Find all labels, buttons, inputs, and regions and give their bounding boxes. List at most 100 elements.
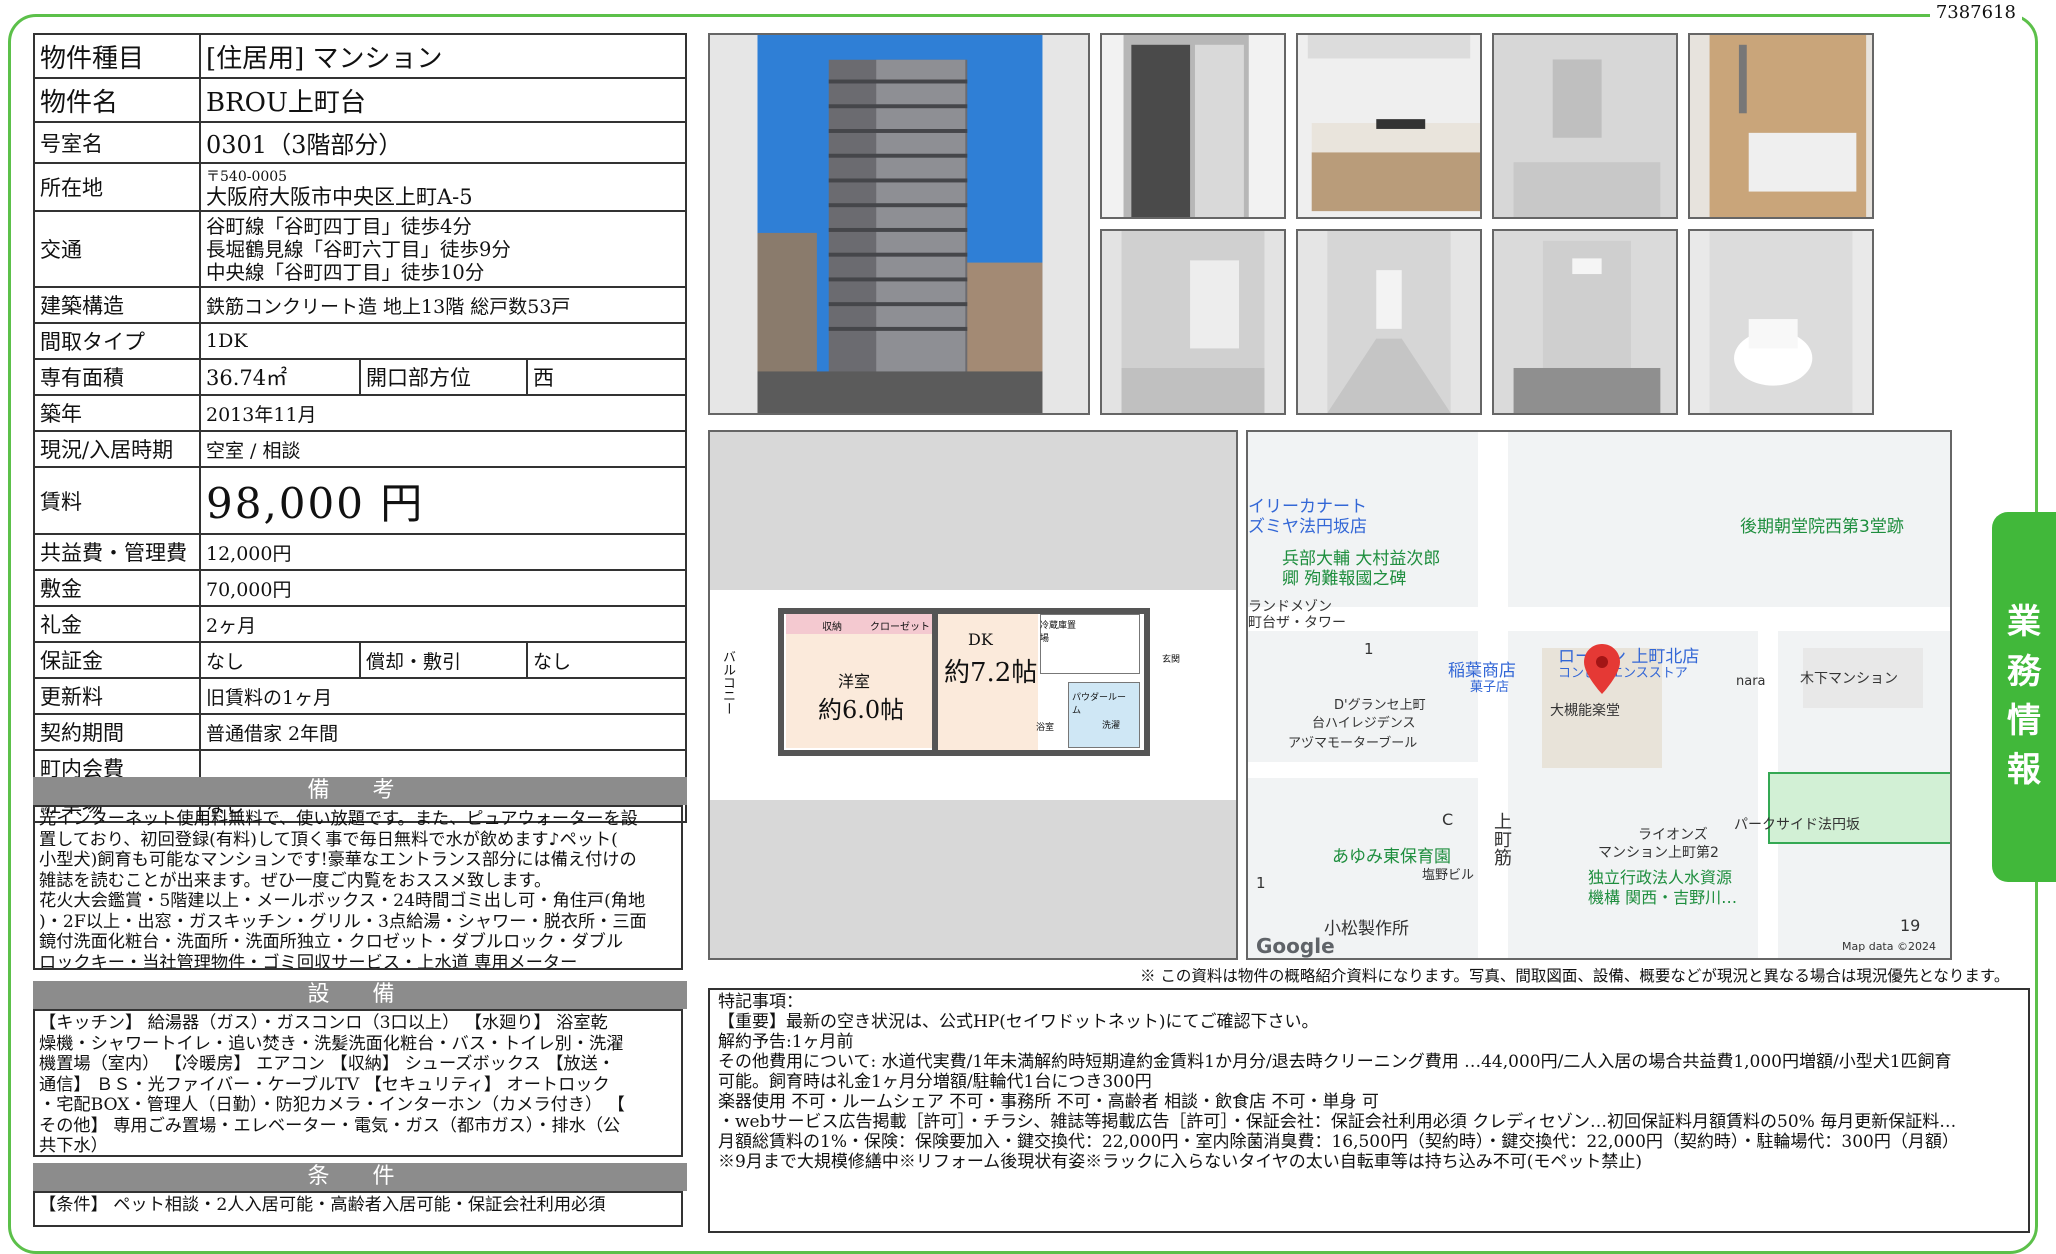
floorplan-sheet: バルコニー 洋室 約6.0帖 DK 約7.2帖 収納 クローゼット 冷蔵庫置場 … — [710, 590, 1236, 800]
map-pin-icon[interactable] — [1584, 644, 1620, 694]
side-tab-char: 務 — [2007, 651, 2041, 692]
label-dk: DK — [968, 630, 993, 649]
building-photo[interactable] — [708, 33, 1090, 415]
map-label: 1 — [1256, 874, 1266, 892]
value-direction: 西 — [526, 358, 687, 396]
special-notes-line: 特記事項： — [718, 992, 803, 1012]
special-notes-line: ※9月まで大規模修繕中※リフォーム後現状有姿※ラックに入らないタイヤの太い自転車… — [718, 1152, 1643, 1172]
map-label: 19 — [1900, 916, 1921, 935]
row-structure: 建築構造 鉄筋コンクリート造 地上13階 総戸数53戸 — [33, 286, 687, 324]
value-contract: 普通借家 2年間 — [199, 713, 687, 751]
equipment-line: 通信】 ＢＳ・光ファイバー・ケーブルTV 【セキュリティ】 オートロック — [39, 1074, 610, 1095]
value-renewal: 旧賃料の1ヶ月 — [199, 677, 687, 715]
map-label: 1 — [1364, 640, 1374, 658]
equipment-body: 【キッチン】 給湯器（ガス）・ガスコンロ（3口以上） 【水廻り】 浴室乾 燥機・… — [33, 1009, 683, 1157]
value-key-money: 2ヶ月 — [199, 605, 687, 643]
value-deposit: 70,000円 — [199, 569, 687, 607]
map-label: 大槻能楽堂 — [1550, 703, 1620, 719]
label-common-fee: 共益費・管理費 — [33, 533, 201, 571]
label-contract: 契約期間 — [33, 713, 201, 751]
photo-bathroom[interactable] — [1688, 33, 1874, 219]
row-contract: 契約期間 普通借家 2年間 — [33, 713, 687, 751]
label-dk-size: 約7.2帖 — [944, 658, 1038, 688]
special-notes-box: 特記事項： 【重要】最新の空き状況は、公式HP(セイワドットネット)にてご確認下… — [708, 988, 2030, 1233]
map-label: 菓子店 — [1470, 680, 1510, 695]
label-renewal: 更新料 — [33, 677, 201, 715]
transport-line: 中央線「谷町四丁目」徒歩10分 — [206, 260, 485, 284]
label-deposit: 敷金 — [33, 569, 201, 607]
row-property-type: 物件種目 [住居用] マンション — [33, 33, 687, 79]
photo-hallway[interactable] — [1296, 229, 1482, 415]
special-notes-line: ・webサービス広告掲載［許可］・チラシ、雑誌等掲載広告［許可］・保証会社：保証… — [718, 1112, 1957, 1132]
photo-closet[interactable] — [1100, 33, 1286, 219]
value-area: 36.74㎡ — [199, 358, 361, 396]
transport-line: 長堀鶴見線「谷町六丁目」徒歩9分 — [206, 237, 511, 261]
conditions-header: 条 件 — [33, 1163, 687, 1191]
map-label: 卿 殉難報國之碑 — [1282, 569, 1407, 589]
map-label: 塩野ビル — [1422, 868, 1475, 883]
map-attribution: Map data ©2024 — [1842, 940, 1936, 953]
row-renewal: 更新料 旧賃料の1ヶ月 — [33, 677, 687, 715]
label-western-size: 約6.0帖 — [818, 696, 905, 724]
equipment-header: 設 備 — [33, 981, 687, 1009]
map-label: ライオンズ — [1638, 827, 1708, 843]
photo-western-room[interactable] — [1100, 229, 1286, 415]
photo-entrance[interactable] — [1492, 229, 1678, 415]
map-panel[interactable]: イリーカナート ズミヤ法円坂店 兵部大輔 大村益次郎 卿 殉難報國之碑 後期朝堂… — [1246, 430, 1952, 960]
label-amortization: 償却・敷引 — [359, 641, 528, 679]
label-property-type: 物件種目 — [33, 33, 201, 79]
special-notes-line: 月額総賃料の1%・保険：保険要加入・鍵交換代：22,000円・室内除菌消臭費：1… — [718, 1132, 1959, 1152]
value-layout: 1DK — [199, 322, 687, 360]
remarks-line: 置しており、初回登録(有料)して頂く事で毎日無料で水が飲めます♪ペット( — [39, 829, 618, 850]
map-label: D'グランセ上町 — [1334, 698, 1426, 713]
equipment-line: その他】 専用ごみ置場・エレベーター・電気・ガス（都市ガス）・排水（公 — [39, 1115, 621, 1136]
photo-kitchen[interactable] — [1296, 33, 1482, 219]
property-info-table: 物件種目 [住居用] マンション 物件名 BROU上町台 号室名 0301（3階… — [33, 33, 687, 823]
row-area: 専有面積 36.74㎡ 開口部方位 西 — [33, 358, 687, 396]
label-western-room: 洋室 — [838, 672, 871, 691]
row-property-name: 物件名 BROU上町台 — [33, 77, 687, 123]
address-zip: 〒540-0005 — [206, 169, 288, 185]
label-transport: 交通 — [33, 210, 201, 288]
special-notes-line: 楽器使用 不可・ルームシェア 不可・事務所 不可・高齢者 相談・飲食店 不可・単… — [718, 1092, 1379, 1112]
label-fridge: 冷蔵庫置場 — [1040, 621, 1077, 644]
label-powder-room: パウダールーム — [1072, 693, 1127, 716]
value-built: 2013年11月 — [199, 394, 687, 432]
side-tab-char: 情 — [2007, 701, 2041, 741]
label-structure: 建築構造 — [33, 286, 201, 324]
side-tab-char: 報 — [2007, 750, 2041, 791]
special-notes-line: その他費用について: 水道代実費/1年未満解約時短期違約金賃料1か月分/退去時ク… — [718, 1052, 1952, 1072]
label-rent: 賃料 — [33, 466, 201, 535]
value-room: 0301（3階部分） — [199, 121, 687, 164]
map-label: 小松製作所 — [1324, 919, 1409, 939]
map-google-logo: Google — [1256, 934, 1335, 958]
photo-room[interactable] — [1492, 33, 1678, 219]
disclaimer-note: ※ この資料は物件の概略紹介資料になります。写真、間取図面、設備、概要などが現況… — [1140, 967, 2010, 985]
remarks-header: 備 考 — [33, 777, 687, 805]
value-address: 〒540-0005 大阪府大阪市中央区上町A-5 — [199, 162, 687, 212]
transport-line: 谷町線「谷町四丁目」徒歩4分 — [206, 214, 472, 238]
equipment-line: 共下水） — [39, 1136, 108, 1156]
row-guarantee: 保証金 なし 償却・敷引 なし — [33, 641, 687, 679]
label-room: 号室名 — [33, 121, 201, 164]
label-area: 専有面積 — [33, 358, 201, 396]
map-label: 町台ザ・タワー — [1248, 615, 1346, 631]
value-rent: 98,000 円 — [199, 466, 687, 535]
map-label: パークサイド法円坂 — [1734, 817, 1860, 833]
remarks-body: 光インターネット使用料無料で、使い放題です。また、ピュアウォーターを設 置してお… — [33, 805, 683, 970]
label-direction: 開口部方位 — [359, 358, 528, 396]
label-storage: 収納 — [822, 622, 842, 633]
special-notes-line: 【重要】最新の空き状況は、公式HP(セイワドットネット)にてご確認下さい。 — [718, 1012, 1319, 1032]
address-text: 大阪府大阪市中央区上町A-5 — [206, 185, 473, 209]
conditions-line: 【条件】 ペット相談・2人入居可能・高齢者入居可能・保証会社利用必須 — [39, 1195, 606, 1215]
map-label: 後期朝堂院西第3堂跡 — [1740, 517, 1904, 537]
remarks-line: 小型犬)飼育も可能なマンションです!豪華なエントランス部分には備え付けの — [39, 850, 637, 870]
map-road — [1478, 432, 1508, 958]
floorplan-panel[interactable]: バルコニー 洋室 約6.0帖 DK 約7.2帖 収納 クローゼット 冷蔵庫置場 … — [708, 430, 1238, 960]
equipment-line: ・宅配BOX・管理人（日勤）・防犯カメラ・インターホン（カメラ付き） 【 — [39, 1095, 625, 1115]
remarks-line: 鏡付洗面化粧台・洗面所・洗面所独立・クロゼット・ダブルロック・ダブル — [39, 932, 624, 952]
side-tab-business-info[interactable]: 業 務 情 報 — [1992, 512, 2056, 882]
value-structure: 鉄筋コンクリート造 地上13階 総戸数53戸 — [199, 286, 687, 324]
photo-toilet[interactable] — [1688, 229, 1874, 415]
row-built: 築年 2013年11月 — [33, 394, 687, 432]
